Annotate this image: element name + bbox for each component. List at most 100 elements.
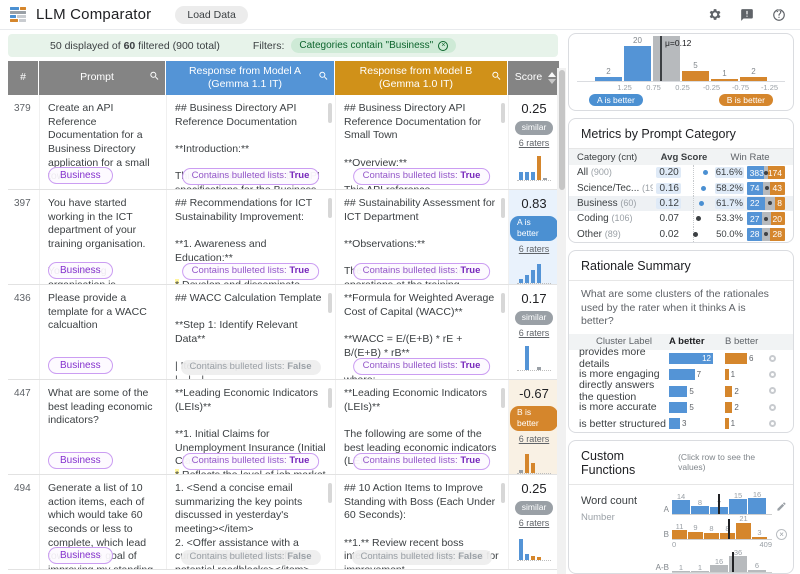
- axis-tick: 0.75: [639, 83, 668, 92]
- cell-scrollbar[interactable]: [501, 483, 505, 503]
- remove-function-icon[interactable]: ×: [776, 529, 787, 540]
- raters-link[interactable]: 6 raters: [519, 434, 550, 446]
- raters-link[interactable]: 6 raters: [519, 328, 550, 340]
- mini-hist-bar: [525, 554, 529, 560]
- model-a-cell: **Leading Economic Indicators (LEIs)** *…: [166, 380, 334, 474]
- raters-link[interactable]: 6 raters: [519, 244, 550, 256]
- cell-scrollbar[interactable]: [328, 293, 332, 313]
- header-avg-score[interactable]: Avg Score: [653, 152, 715, 163]
- cell-scrollbar[interactable]: [501, 293, 505, 313]
- bulleted-lists-chip[interactable]: Contains bulleted lists: False: [181, 550, 321, 565]
- model-b-cell: ## Business Directory API Reference Docu…: [335, 95, 507, 189]
- table-row[interactable]: 436 Please provide a template for a WACC…: [8, 285, 557, 380]
- load-data-button[interactable]: Load Data: [175, 6, 247, 24]
- cell-scrollbar[interactable]: [501, 198, 505, 218]
- app-logo-icon: [10, 7, 26, 22]
- category-chip[interactable]: Business: [48, 452, 113, 469]
- rationale-cluster-row[interactable]: is better structured31: [569, 415, 793, 431]
- header-win-rate[interactable]: Win Rate: [715, 152, 785, 163]
- table-vertical-scrollbar[interactable]: [557, 68, 566, 574]
- score-value: 0.83: [521, 196, 546, 213]
- search-icon[interactable]: [149, 70, 160, 85]
- category-chip[interactable]: Business: [48, 357, 113, 374]
- cell-scrollbar[interactable]: [328, 388, 332, 408]
- bulleted-lists-chip[interactable]: Contains bulleted lists: False: [352, 550, 492, 565]
- mini-hist-bar: [537, 557, 541, 560]
- settings-gear-icon[interactable]: [707, 7, 722, 22]
- cell-scrollbar[interactable]: [328, 103, 332, 123]
- bulleted-lists-chip[interactable]: Contains bulleted lists: True: [182, 263, 320, 280]
- active-filter-chip[interactable]: Categories contain "Business" ×: [291, 38, 456, 53]
- mini-hist-bar: [525, 275, 529, 283]
- cluster-detail-icon[interactable]: [769, 355, 776, 362]
- model-b-cell: ## 10 Action Items to Improve Standing w…: [335, 475, 507, 569]
- edit-function-icon[interactable]: [776, 499, 787, 517]
- rater-score-histogram: [517, 345, 551, 371]
- row-id: 447: [8, 380, 38, 474]
- cluster-detail-icon[interactable]: [769, 371, 776, 378]
- bulleted-lists-chip[interactable]: Contains bulleted lists: True: [353, 168, 491, 185]
- col-header-index[interactable]: #: [8, 61, 38, 95]
- table-row[interactable]: 397 You have started working in the ICT …: [8, 190, 557, 285]
- distribution-bar: 2: [595, 36, 622, 81]
- cluster-detail-icon[interactable]: [769, 404, 776, 411]
- axis-tick: 1.25: [610, 83, 639, 92]
- search-icon[interactable]: [491, 70, 502, 85]
- cell-scrollbar[interactable]: [501, 388, 505, 408]
- row-id: 379: [8, 95, 38, 189]
- help-icon[interactable]: [772, 8, 786, 22]
- mini-hist-bar: [519, 470, 523, 473]
- mini-hist-bar: [519, 172, 523, 180]
- bulleted-lists-chip[interactable]: Contains bulleted lists: True: [182, 453, 320, 470]
- metrics-row-business[interactable]: Business (60)0.1261.7%228: [569, 196, 793, 211]
- custom-function-row-word-count[interactable]: Word count Number A14871516B119882130409…: [569, 485, 793, 574]
- category-chip[interactable]: Business: [48, 547, 113, 564]
- raters-link[interactable]: 6 raters: [519, 518, 550, 530]
- rationale-table-body: provides more details126is more engaging…: [569, 350, 793, 432]
- col-header-score[interactable]: Score: [508, 61, 559, 95]
- verdict-badge: B is better: [510, 406, 558, 431]
- score-value: 0.17: [521, 291, 546, 308]
- table-row[interactable]: 379 Create an API Reference Documentatio…: [8, 95, 557, 190]
- metrics-row-other[interactable]: Other (89)0.0250.0%2828: [569, 227, 793, 242]
- cluster-detail-icon[interactable]: [769, 387, 776, 394]
- category-chip[interactable]: Business: [48, 167, 113, 184]
- cell-scrollbar[interactable]: [328, 483, 332, 503]
- remove-filter-icon[interactable]: ×: [438, 41, 448, 51]
- prompt-cell: Generate a list of 10 action items, each…: [39, 475, 165, 569]
- rationale-cluster-row[interactable]: directly answers the question52: [569, 383, 793, 399]
- mini-hist-bar: [525, 346, 529, 370]
- score-value: 0.25: [521, 101, 546, 118]
- rater-score-histogram: [517, 451, 551, 474]
- top-app-bar: LLM Comparator Load Data: [0, 0, 800, 30]
- category-chip[interactable]: Business: [48, 262, 113, 279]
- bulleted-lists-chip[interactable]: Contains bulleted lists: True: [182, 168, 320, 185]
- table-row[interactable]: 494 Generate a list of 10 action items, …: [8, 475, 557, 570]
- metrics-row-science-tec-[interactable]: Science/Tec... (190)0.1658.2%7443: [569, 180, 793, 195]
- custom-functions-panel: Custom Functions (Click row to see the v…: [568, 440, 794, 574]
- table-row[interactable]: 447 What are some of the best leading ec…: [8, 380, 557, 475]
- rationale-question: What are some clusters of the rationales…: [569, 281, 793, 334]
- feedback-icon[interactable]: [740, 8, 754, 22]
- rationale-cluster-row[interactable]: is more accurate52: [569, 399, 793, 415]
- header-a-better: A better: [669, 336, 725, 347]
- mean-line: [660, 36, 662, 81]
- metrics-row-all[interactable]: All (900)0.2061.6%383174: [569, 165, 793, 180]
- search-icon[interactable]: [318, 70, 329, 85]
- bulleted-lists-chip[interactable]: Contains bulleted lists: True: [353, 358, 491, 375]
- bulleted-lists-chip[interactable]: Contains bulleted lists: False: [181, 360, 321, 375]
- raters-link[interactable]: 6 raters: [519, 138, 550, 150]
- col-header-prompt[interactable]: Prompt: [39, 61, 165, 95]
- scrollbar-thumb[interactable]: [559, 70, 565, 190]
- col-header-model-b[interactable]: Response from Model B (Gemma 1.0 IT): [335, 61, 507, 95]
- cluster-detail-icon[interactable]: [769, 420, 776, 427]
- sort-arrows-icon[interactable]: [548, 72, 556, 84]
- cell-scrollbar[interactable]: [501, 103, 505, 123]
- metrics-row-coding[interactable]: Coding (106)0.0753.3%2720: [569, 211, 793, 226]
- bulleted-lists-chip[interactable]: Contains bulleted lists: True: [353, 263, 491, 280]
- header-category[interactable]: Category (cnt): [577, 152, 653, 163]
- col-header-model-a[interactable]: Response from Model A (Gemma 1.1 IT): [166, 61, 334, 95]
- bulleted-lists-chip[interactable]: Contains bulleted lists: True: [353, 453, 491, 470]
- rationale-cluster-row[interactable]: provides more details126: [569, 350, 793, 366]
- cell-scrollbar[interactable]: [328, 198, 332, 218]
